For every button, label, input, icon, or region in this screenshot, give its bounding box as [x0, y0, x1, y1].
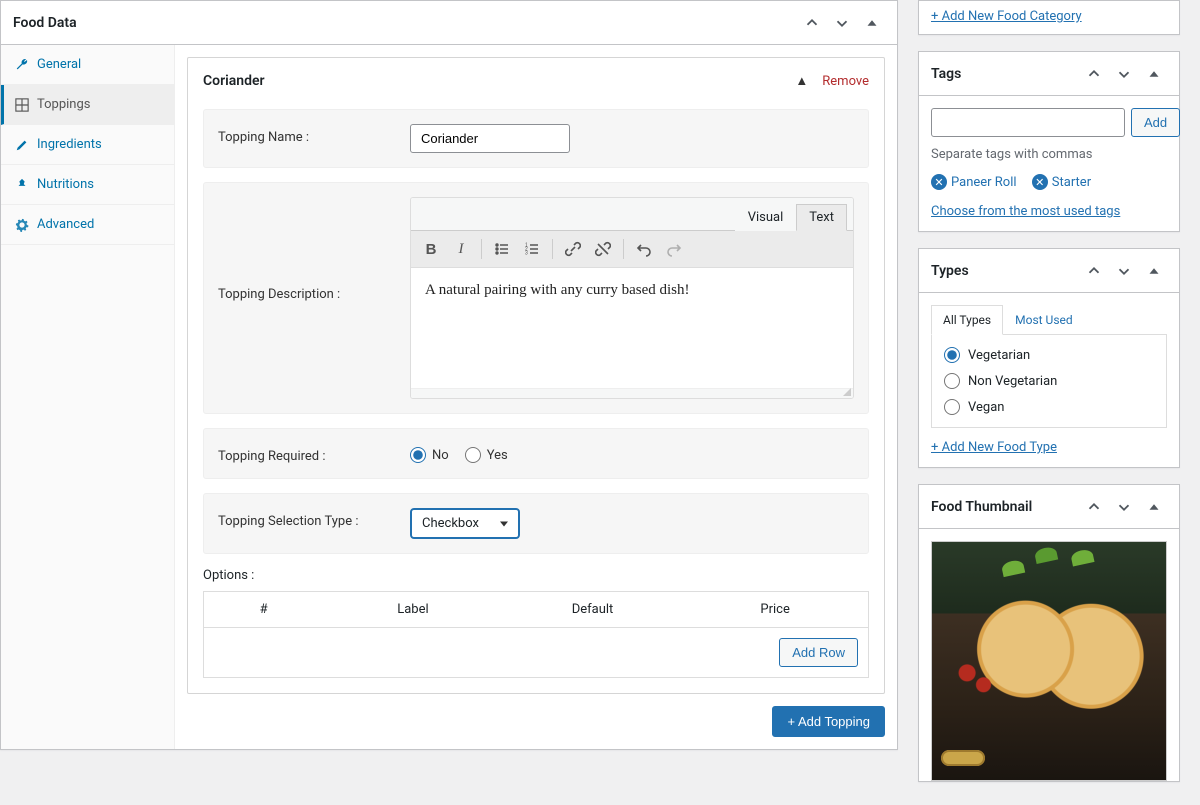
col-default: Default: [503, 592, 683, 628]
vtab-ingredients[interactable]: Ingredients: [1, 125, 174, 165]
tag-list: ✕Paneer Roll ✕Starter: [931, 174, 1167, 190]
col-price: Price: [682, 592, 868, 628]
remove-tag-icon[interactable]: ✕: [931, 174, 947, 190]
food-data-title: Food Data: [13, 15, 77, 31]
topping-heading: Coriander: [203, 73, 265, 89]
choose-tags-link[interactable]: Choose from the most used tags: [931, 204, 1120, 219]
label-topping-name: Topping Name :: [218, 124, 410, 145]
panel-toggle-button[interactable]: [1141, 61, 1167, 87]
vtab-label: General: [37, 57, 81, 72]
add-food-category-link[interactable]: + Add New Food Category: [931, 9, 1082, 24]
label-topping-description: Topping Description :: [218, 197, 410, 302]
add-topping-button[interactable]: + Add Topping: [772, 706, 885, 737]
svg-text:3: 3: [525, 251, 528, 257]
types-list: Vegetarian Non Vegetarian Vegan: [931, 335, 1167, 428]
food-data-header: Food Data: [1, 1, 897, 45]
topping-editor: Coriander ▲ Remove Topping Name :: [187, 57, 885, 694]
row-topping-description: Topping Description : Visual Text B: [203, 182, 869, 414]
vtab-label: Advanced: [37, 217, 94, 232]
vtab-label: Toppings: [37, 97, 91, 112]
type-option[interactable]: Non Vegetarian: [944, 373, 1154, 389]
editor-tab-visual[interactable]: Visual: [735, 204, 797, 231]
unlink-button[interactable]: [589, 235, 617, 263]
panel-toggle-button[interactable]: [1141, 258, 1167, 284]
vtab-toppings[interactable]: Toppings: [1, 85, 174, 125]
panel-move-down-button[interactable]: [1111, 258, 1137, 284]
bullet-list-button[interactable]: [488, 235, 516, 263]
types-tab-all[interactable]: All Types: [931, 305, 1003, 335]
redo-button[interactable]: [660, 235, 688, 263]
type-option[interactable]: Vegan: [944, 399, 1154, 415]
panel-move-up-button[interactable]: [1081, 61, 1107, 87]
thumbnail-widget: Food Thumbnail: [918, 484, 1180, 782]
types-title: Types: [931, 263, 969, 279]
undo-button[interactable]: [630, 235, 658, 263]
add-row-button[interactable]: Add Row: [779, 638, 858, 667]
tags-widget: Tags Add Separate tags with commas ✕Pane…: [918, 51, 1180, 232]
food-data-panel: Food Data General Toppings: [0, 0, 898, 750]
panel-toggle-button[interactable]: [1141, 494, 1167, 520]
tags-hint: Separate tags with commas: [931, 147, 1167, 162]
category-widget-tail: + Add New Food Category: [918, 0, 1180, 35]
editor-content-area[interactable]: A natural pairing with any curry based d…: [411, 268, 853, 388]
numbered-list-button[interactable]: 123: [518, 235, 546, 263]
row-topping-name: Topping Name :: [203, 109, 869, 168]
food-data-vtabs: General Toppings Ingredients Nutritions: [1, 45, 175, 749]
remove-tag-icon[interactable]: ✕: [1032, 174, 1048, 190]
bold-button[interactable]: B: [417, 235, 445, 263]
add-food-type-link[interactable]: + Add New Food Type: [931, 440, 1057, 455]
add-tag-button[interactable]: Add: [1131, 108, 1180, 137]
collapse-caret-icon[interactable]: ▲: [795, 73, 808, 89]
editor-resize-handle[interactable]: [411, 388, 853, 398]
remove-topping-link[interactable]: Remove: [822, 74, 869, 89]
panel-move-up-button[interactable]: [799, 10, 825, 36]
topping-name-input[interactable]: [410, 124, 570, 153]
vtab-label: Ingredients: [37, 137, 102, 152]
row-selection-type: Topping Selection Type : Checkbox: [203, 493, 869, 554]
wrench-icon: [15, 58, 29, 72]
grid-icon: [15, 98, 29, 112]
panel-move-down-button[interactable]: [1111, 61, 1137, 87]
food-thumbnail-image[interactable]: [931, 541, 1167, 781]
label-selection-type: Topping Selection Type :: [218, 508, 410, 529]
col-num: #: [204, 592, 324, 628]
tags-title: Tags: [931, 66, 961, 82]
pencil-icon: [15, 138, 29, 152]
type-option[interactable]: Vegetarian: [944, 347, 1154, 363]
panel-move-up-button[interactable]: [1081, 258, 1107, 284]
vtab-advanced[interactable]: Advanced: [1, 205, 174, 245]
vtab-nutritions[interactable]: Nutritions: [1, 165, 174, 205]
editor-tab-text[interactable]: Text: [796, 204, 847, 231]
vtab-label: Nutritions: [37, 177, 94, 192]
row-topping-required: Topping Required : No Yes: [203, 428, 869, 479]
required-yes-radio[interactable]: [465, 447, 481, 463]
selection-type-select[interactable]: Checkbox: [410, 508, 520, 539]
label-topping-required: Topping Required :: [218, 443, 410, 464]
panel-move-down-button[interactable]: [829, 10, 855, 36]
options-table: # Label Default Price Add Row: [203, 591, 869, 678]
required-no-radio[interactable]: [410, 447, 426, 463]
panel-move-down-button[interactable]: [1111, 494, 1137, 520]
rich-text-editor: Visual Text B I 123: [410, 197, 854, 399]
link-button[interactable]: [559, 235, 587, 263]
types-widget: Types All Types Most Used Vegetarian Non…: [918, 248, 1180, 468]
editor-toolbar: B I 123: [411, 230, 853, 268]
vtab-general[interactable]: General: [1, 45, 174, 85]
panel-move-up-button[interactable]: [1081, 494, 1107, 520]
tags-input[interactable]: [931, 108, 1125, 137]
tag-chip[interactable]: ✕Starter: [1032, 174, 1091, 190]
pin-icon: [15, 178, 29, 192]
label-options: Options :: [203, 568, 869, 583]
col-label: Label: [323, 592, 503, 628]
gear-icon: [15, 218, 29, 232]
tag-chip[interactable]: ✕Paneer Roll: [931, 174, 1017, 190]
panel-toggle-button[interactable]: [859, 10, 885, 36]
required-yes-option[interactable]: Yes: [465, 447, 508, 463]
types-tab-most-used[interactable]: Most Used: [1003, 305, 1085, 335]
thumbnail-title: Food Thumbnail: [931, 499, 1032, 515]
italic-button[interactable]: I: [447, 235, 475, 263]
required-no-option[interactable]: No: [410, 447, 449, 463]
